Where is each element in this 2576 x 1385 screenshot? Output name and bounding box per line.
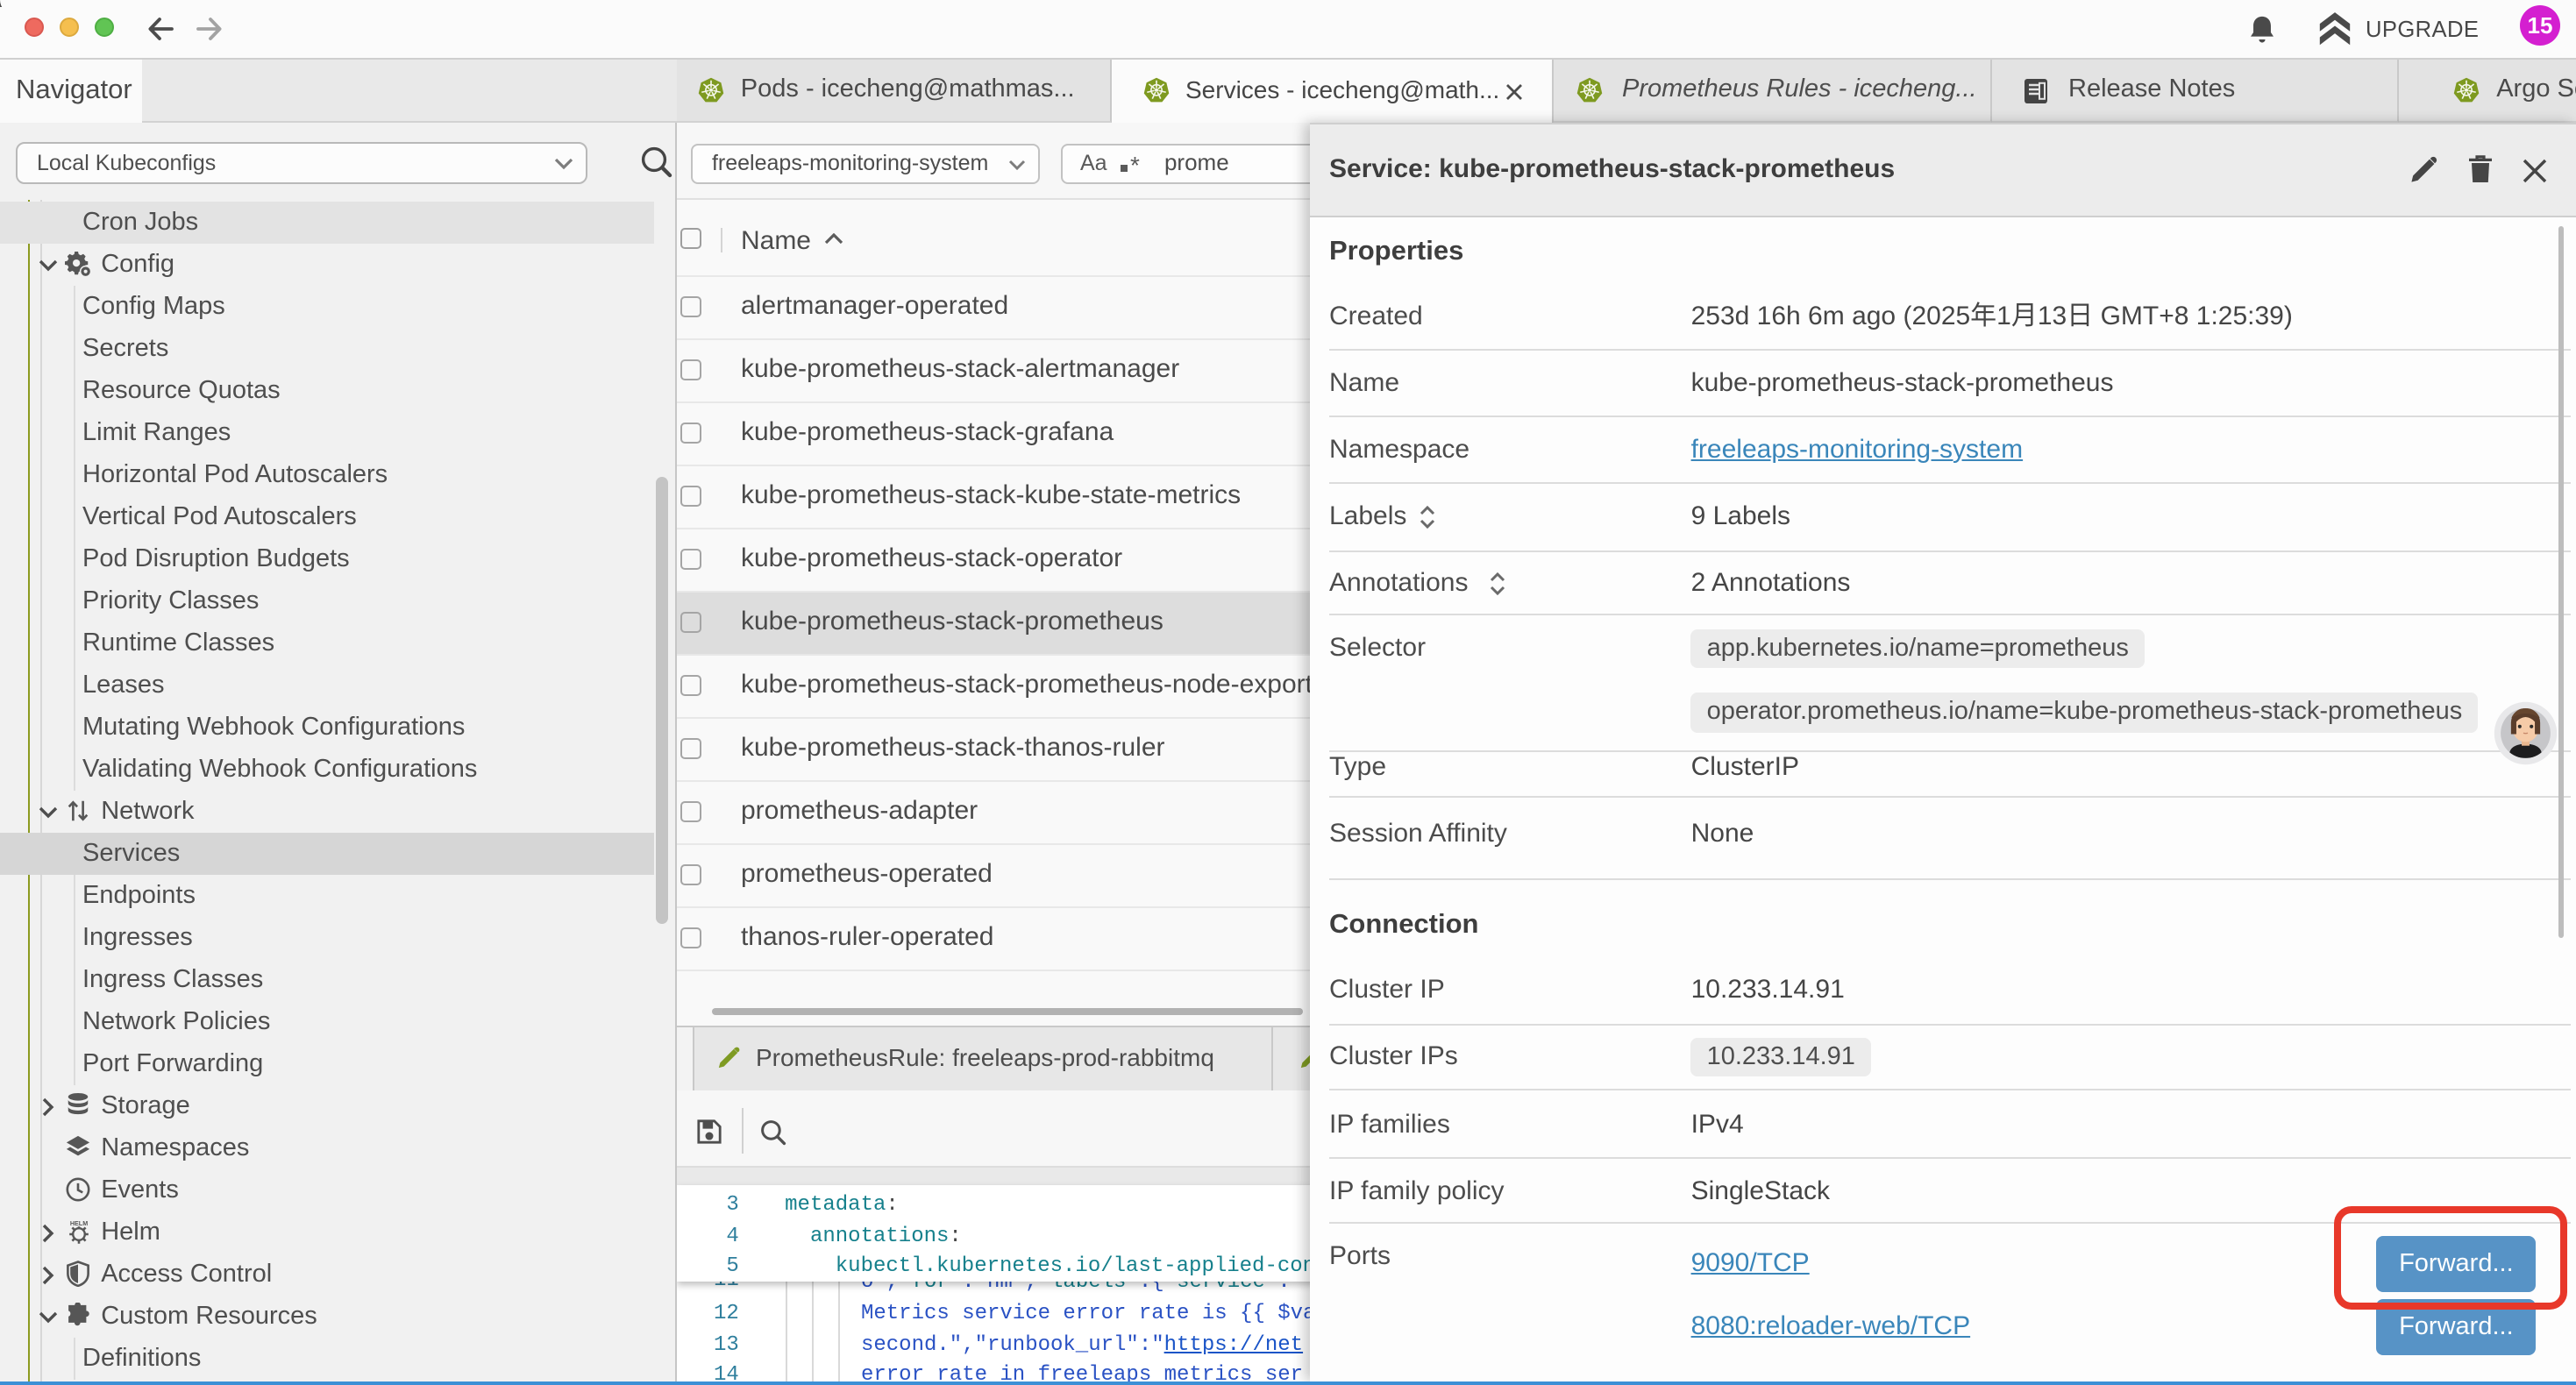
svg-text:HELM: HELM (69, 1219, 87, 1227)
